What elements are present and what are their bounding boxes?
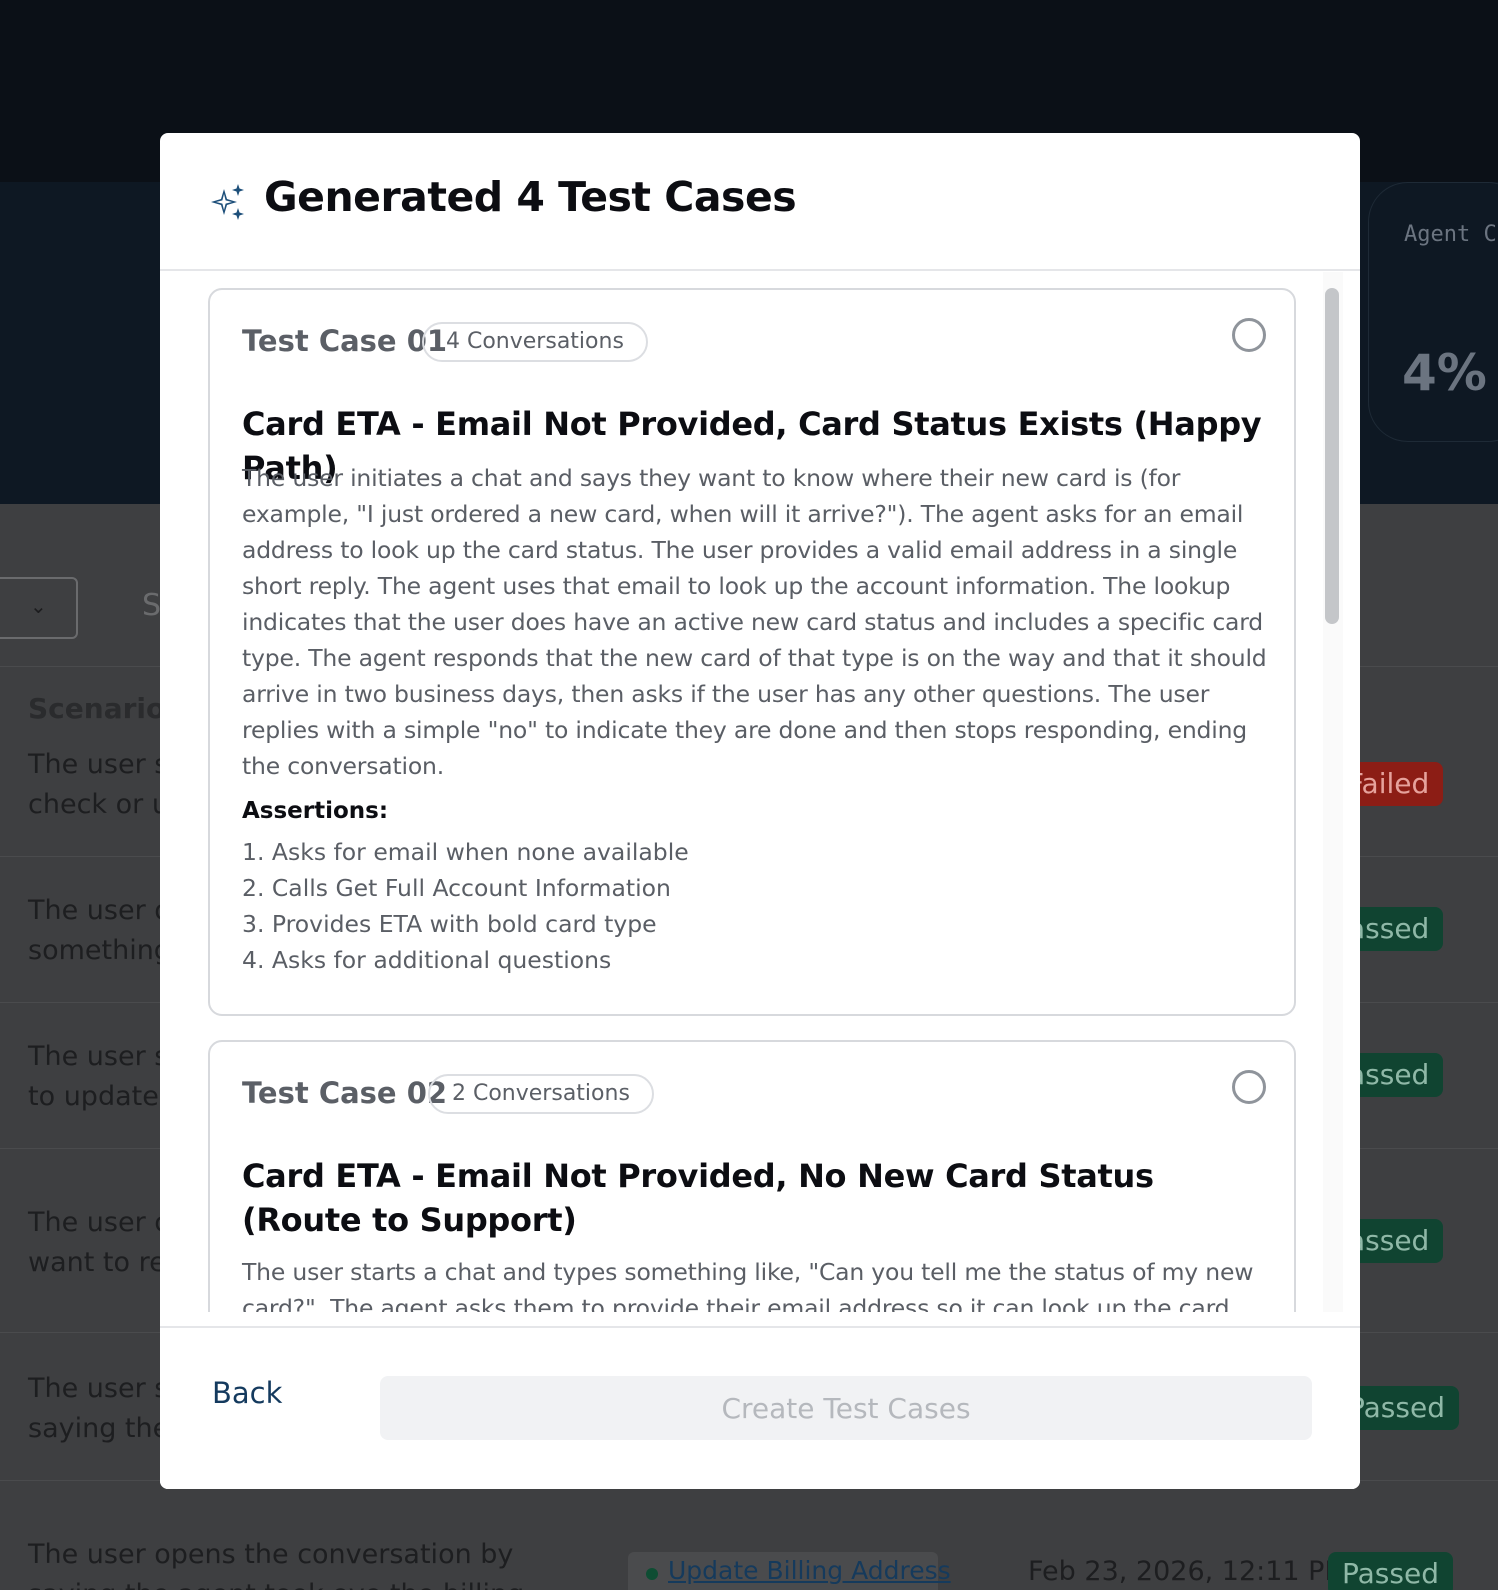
agent-stat-value: 4% [1402,344,1487,402]
assertion-item: 4. Asks for additional questions [242,946,612,974]
test-case-description: The user starts a chat and types somethi… [242,1258,1254,1312]
scrollbar-thumb[interactable] [1325,288,1339,624]
test-case-card-01[interactable]: Test Case 01 4 Conversations Card ETA - … [208,288,1296,1016]
agent-stat-card [1368,182,1498,442]
conversations-badge: 2 Conversations [428,1074,654,1114]
table-row-text[interactable]: The user st saying the [28,1369,179,1449]
conversations-badge: 4 Conversations [422,322,648,362]
table-row-text[interactable]: The user st to update [28,1037,179,1117]
table-row-text[interactable]: The user o something [28,891,171,971]
chevron-down-icon: ⌄ [30,594,47,618]
table-row-text[interactable]: The user opens the conversation by sayin… [28,1535,524,1590]
sparkle-icon [211,184,244,220]
modal-title: Generated 4 Test Cases [264,173,797,221]
select-radio[interactable] [1232,1070,1266,1104]
test-case-label: Test Case 01 [242,324,448,358]
scenario-column-header: Scenario [28,692,166,725]
status-badge: Passed [1328,1552,1453,1590]
modal-header: Generated 4 Test Cases [160,133,1360,271]
assertion-item: 3. Provides ETA with bold card type [242,910,657,938]
assertions-list: 1. Asks for email when none available 2.… [242,834,689,978]
test-case-label: Test Case 02 [242,1076,448,1110]
test-case-description: The user initiates a chat and says they … [242,464,1267,780]
test-case-card-02[interactable]: Test Case 02 2 Conversations Card ETA - … [208,1040,1296,1312]
assertions-heading: Assertions: [242,798,389,824]
back-button[interactable]: Back [212,1376,282,1410]
test-case-title: Card ETA - Email Not Provided, No New Ca… [242,1157,1154,1239]
modal-footer: Back Create Test Cases [160,1326,1360,1489]
select-radio[interactable] [1232,318,1266,352]
workflow-link[interactable]: Update Billing Address [668,1556,951,1585]
status-dot-icon [646,1568,658,1580]
table-row-text[interactable]: The user st check or u [28,745,179,825]
assertion-item: 1. Asks for email when none available [242,838,689,866]
table-row-text[interactable]: The user c want to re [28,1203,169,1283]
assertion-item: 2. Calls Get Full Account Information [242,874,671,902]
test-case-scroll-viewport: Test Case 01 4 Conversations Card ETA - … [160,272,1343,1312]
create-test-cases-button[interactable]: Create Test Cases [380,1376,1312,1440]
search-input-hint[interactable]: S [142,588,161,623]
agent-stat-label: Agent C [1404,222,1497,247]
run-date: Feb 23, 2026, 12:11 PM [1028,1556,1348,1587]
